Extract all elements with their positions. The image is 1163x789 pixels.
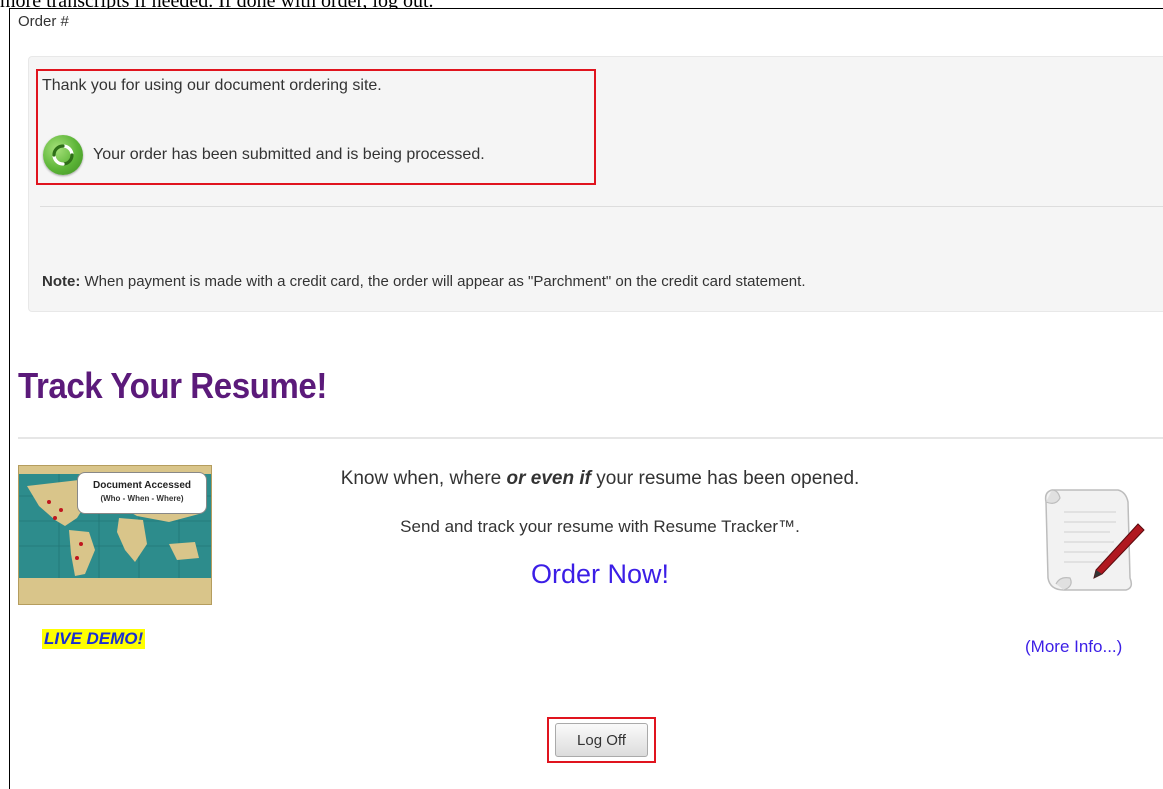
refresh-circle-icon: [43, 135, 83, 175]
map-callout: Document Accessed (Who - When - Where): [77, 472, 207, 514]
log-off-button[interactable]: Log Off: [555, 723, 648, 757]
payment-note: Note: When payment is made with a credit…: [42, 273, 805, 290]
log-off-highlight: Log Off: [547, 717, 656, 763]
tracker-promo: Know when, where or even if your resume …: [250, 465, 950, 590]
note-text: When payment is made with a credit card,…: [80, 273, 806, 290]
panel-divider: [40, 206, 1163, 207]
more-info-link[interactable]: (More Info...): [1025, 637, 1122, 657]
order-now-link[interactable]: Order Now!: [531, 559, 669, 590]
world-map-thumbnail[interactable]: Document Accessed (Who - When - Where): [18, 465, 212, 605]
promo-line-1-end: your resume has been opened.: [591, 468, 860, 489]
promo-line-1: Know when, where or even if your resume …: [250, 465, 950, 493]
map-callout-subtitle: (Who - When - Where): [100, 494, 184, 503]
order-status-text: Your order has been submitted and is bei…: [93, 146, 485, 163]
scroll-pen-icon: [1030, 480, 1150, 600]
order-number-label: Order #: [18, 13, 69, 30]
map-callout-title: Document Accessed: [93, 480, 191, 491]
thank-you-message: Thank you for using our document orderin…: [42, 77, 382, 94]
live-demo-link[interactable]: LIVE DEMO!: [42, 629, 146, 649]
order-status-row: Your order has been submitted and is bei…: [43, 135, 485, 175]
promo-line-2: Send and track your resume with Resume T…: [400, 517, 800, 536]
promo-line-1-start: Know when, where: [340, 468, 507, 489]
promo-line-1-emphasis: or even if: [506, 468, 591, 489]
section-divider: [18, 437, 1163, 439]
track-resume-heading: Track Your Resume!: [18, 365, 327, 406]
note-label: Note:: [42, 273, 81, 290]
